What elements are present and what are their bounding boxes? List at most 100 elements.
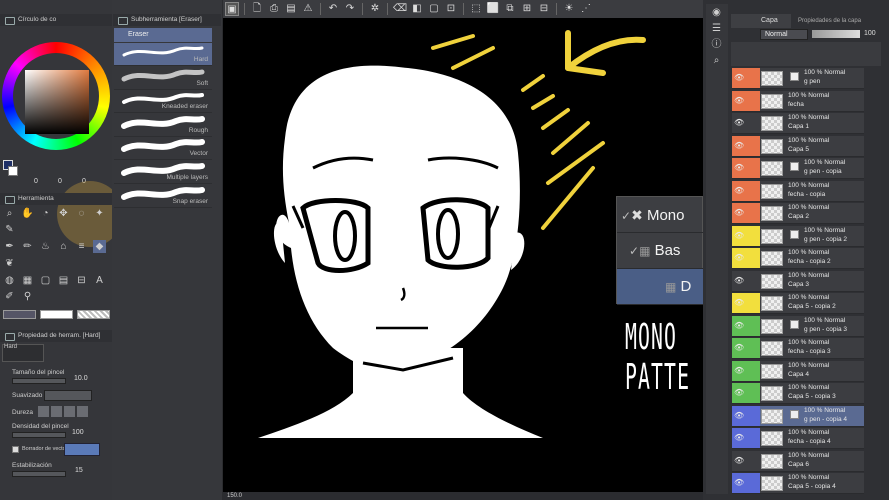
correct-line-icon[interactable]: ⚲	[21, 290, 34, 303]
color-panel-header[interactable]: Círculo de co	[0, 14, 112, 26]
eye-icon[interactable]: 👁	[734, 478, 744, 487]
layer-row[interactable]: 👁 100 % Normal fecha - copia 2	[732, 248, 864, 270]
blend-icon[interactable]: ❦	[3, 257, 16, 270]
stabilization-value[interactable]: 15	[75, 467, 83, 474]
undo-icon[interactable]: ↶	[326, 2, 340, 16]
decoration-icon[interactable]: ≡	[75, 240, 88, 253]
layer-row[interactable]: 👁 100 % Normal Capa 3	[732, 270, 864, 292]
material-item-mono[interactable]: ✓✖ Mono	[617, 197, 704, 233]
gradient-icon[interactable]: ▦	[21, 274, 34, 287]
blend-mode-select[interactable]: Normal	[760, 29, 808, 40]
brush-size-value[interactable]: 10.0	[74, 375, 88, 382]
layer-row[interactable]: 👁 100 % Normal fecha - copia 3	[732, 338, 864, 360]
canvas-icon[interactable]: ▣	[225, 2, 239, 16]
subtool-group-tab[interactable]: Eraser	[114, 28, 212, 42]
brush-item[interactable]: Snap eraser	[114, 185, 212, 208]
layer-tab[interactable]: Capa	[731, 14, 791, 28]
balloon-icon[interactable]: ✐	[3, 290, 16, 303]
eraser-icon[interactable]: ◆	[93, 240, 106, 253]
layer-props-tab[interactable]: Propiedades de la capa	[792, 14, 862, 28]
opacity-value[interactable]: 100	[864, 30, 876, 37]
density-slider[interactable]	[12, 432, 66, 438]
move-icon[interactable]: ✥	[57, 207, 70, 220]
select-all-icon[interactable]: ⬚	[469, 2, 483, 16]
layer-row[interactable]: 👁 100 % Normal g pen - copia 3	[732, 315, 864, 337]
opacity-slider[interactable]	[812, 30, 860, 38]
eye-icon[interactable]: 👁	[734, 388, 744, 397]
eye-icon[interactable]: 👁	[734, 411, 744, 420]
brush-icon[interactable]: ♨	[39, 240, 52, 253]
subtool-panel-header[interactable]: Subherramienta [Eraser]	[113, 14, 221, 26]
eye-icon[interactable]: 👁	[734, 163, 744, 172]
smoothing-options[interactable]	[44, 390, 92, 401]
eye-icon[interactable]: 👁	[734, 366, 744, 375]
layer-row[interactable]: 👁 100 % Normal Capa 5 - copia 4	[732, 473, 864, 495]
info-icon[interactable]: ⓘ	[710, 38, 723, 51]
density-value[interactable]: 100	[72, 429, 84, 436]
eye-icon[interactable]: 👁	[734, 321, 744, 330]
transparent-color-chip[interactable]	[77, 310, 110, 319]
eye-icon[interactable]: 👁	[734, 276, 744, 285]
open-icon[interactable]: ⎙	[267, 2, 281, 16]
tool-panel-header[interactable]: Herramienta	[0, 193, 112, 205]
material-item-d[interactable]: ▦ D	[617, 269, 704, 305]
warning-icon[interactable]: ⚠	[301, 2, 315, 16]
eye-icon[interactable]: 👁	[734, 253, 744, 262]
eye-icon[interactable]: 👁	[734, 433, 744, 442]
sub-color-chip[interactable]	[40, 310, 73, 319]
airbrush-icon[interactable]: ⌂	[57, 240, 70, 253]
layer-row[interactable]: 👁 100 % Normal fecha - copia	[732, 180, 864, 202]
hardness-selector[interactable]	[38, 406, 90, 417]
crop-icon[interactable]: ⊡	[444, 2, 458, 16]
eye-icon[interactable]: 👁	[734, 73, 744, 82]
hand-icon[interactable]: ✋	[21, 207, 34, 220]
redo-icon[interactable]: ↷	[343, 2, 357, 16]
sub-color-swatch[interactable]	[8, 166, 18, 176]
eye-icon[interactable]: 👁	[734, 231, 744, 240]
layer-row[interactable]: 👁 100 % Normal Capa 6	[732, 450, 864, 472]
layer-row[interactable]: 👁 100 % Normal g pen - copia 4	[732, 405, 864, 427]
color-square[interactable]	[25, 70, 89, 134]
erase-vector-option[interactable]	[64, 443, 100, 456]
search-icon[interactable]: ⌕	[710, 54, 723, 67]
layer-row[interactable]: 👁 100 % Normal g pen - copia	[732, 158, 864, 180]
rotate-icon[interactable]: ◔	[39, 207, 52, 220]
eye-icon[interactable]: 👁	[734, 141, 744, 150]
eye-icon[interactable]: 👁	[734, 186, 744, 195]
ruler-toggle-icon[interactable]: ⊟	[537, 2, 551, 16]
layer-row[interactable]: 👁 100 % Normal Capa 4	[732, 360, 864, 382]
layer-row[interactable]: 👁 100 % Normal Capa 5	[732, 135, 864, 157]
clear-icon[interactable]: ⌫	[393, 2, 407, 16]
brush-item[interactable]: Soft	[114, 67, 212, 90]
deselect-icon[interactable]: ⬜	[486, 2, 500, 16]
transform-icon[interactable]: ▢	[427, 2, 441, 16]
lasso-icon[interactable]: ◌	[75, 207, 88, 220]
eye-icon[interactable]: 👁	[734, 96, 744, 105]
layer-row[interactable]: 👁 100 % Normal fecha	[732, 90, 864, 112]
settings-icon[interactable]: ✲	[368, 2, 382, 16]
fill-clear-icon[interactable]: ◧	[410, 2, 424, 16]
brush-item[interactable]: Hard	[114, 43, 212, 66]
eye-icon[interactable]: 👁	[734, 208, 744, 217]
pen-icon[interactable]: ✒	[3, 240, 16, 253]
text-icon[interactable]: A	[93, 274, 106, 287]
ruler-icon[interactable]: ⊟	[75, 274, 88, 287]
eyedropper-icon[interactable]: ✎	[3, 223, 16, 236]
tool-property-header[interactable]: Propiedad de herram. [Hard]	[0, 330, 112, 342]
layer-row[interactable]: 👁 100 % Normal Capa 1	[732, 113, 864, 135]
eye-icon[interactable]: 👁	[734, 298, 744, 307]
pencil-icon[interactable]: ✏	[21, 240, 34, 253]
eye-icon[interactable]: 👁	[734, 456, 744, 465]
grid-icon[interactable]: ⊞	[520, 2, 534, 16]
figure-icon[interactable]: ▢	[39, 274, 52, 287]
layer-row[interactable]: 👁 100 % Normal fecha - copia 4	[732, 428, 864, 450]
zoom-level[interactable]: 150.0	[227, 493, 242, 499]
material-item-base[interactable]: ✓▦ Bas	[617, 233, 704, 269]
new-icon[interactable]: 🗋	[250, 2, 264, 16]
fill-icon[interactable]: ◍	[3, 274, 16, 287]
brightness-icon[interactable]: ☀	[562, 2, 576, 16]
brush-item[interactable]: Multiple layers	[114, 161, 212, 184]
stabilization-slider[interactable]	[12, 471, 66, 477]
snap-icon[interactable]: ⋰	[579, 2, 593, 16]
frame-icon[interactable]: ▤	[57, 274, 70, 287]
